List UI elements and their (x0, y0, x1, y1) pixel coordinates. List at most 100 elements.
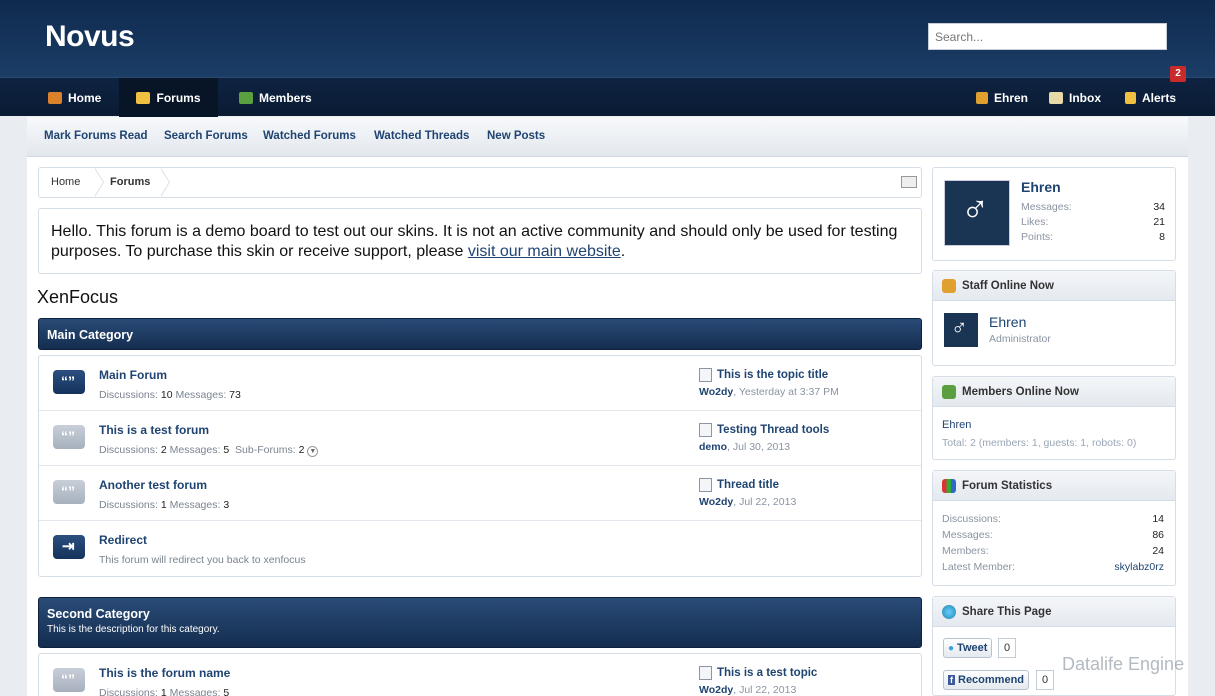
tab-forums[interactable]: Forums (119, 78, 218, 117)
last-post-meta: Wo2dy, Jul 22, 2013 (699, 684, 817, 696)
category-header[interactable]: Main Category (38, 318, 922, 350)
discussions-label: Discussions: (99, 687, 158, 696)
stat-value: 34 (1153, 201, 1165, 213)
notice-box: Hello. This forum is a demo board to tes… (38, 208, 922, 274)
last-post-title-link[interactable]: Thread title (699, 478, 796, 492)
forum-row: “” This is the forum name Discussions: 1… (39, 654, 921, 696)
alerts-label: Alerts (1142, 90, 1177, 105)
online-member[interactable]: Ehren (942, 419, 971, 431)
breadcrumb-forums[interactable]: Forums (110, 168, 150, 197)
forum-name[interactable]: This is the forum name (99, 666, 230, 680)
twitter-icon: ● (948, 642, 955, 654)
site-logo[interactable]: Novus (45, 20, 135, 54)
bell-icon (1125, 91, 1136, 104)
new-posts-link[interactable]: New Posts (487, 130, 545, 142)
alerts-link[interactable]: Alerts (1115, 78, 1186, 117)
messages-label: Messages: (169, 499, 221, 511)
forum-stats: Discussions: 1 Messages: 5 (99, 687, 229, 696)
last-post-user[interactable]: Wo2dy (699, 684, 733, 696)
discussions-count: 10 (160, 389, 173, 401)
staff-role: Administrator (989, 333, 1051, 345)
notice-end: . (620, 243, 626, 260)
last-post-user[interactable]: demo (699, 441, 727, 453)
tab-members[interactable]: Members (229, 78, 322, 117)
last-post-date: , Jul 22, 2013 (733, 684, 797, 696)
last-post-user[interactable]: Wo2dy (699, 496, 733, 508)
chevron-down-icon[interactable]: ▼ (307, 446, 319, 457)
forum-list: “” Main Forum Discussions: 10 Messages: … (38, 355, 922, 577)
forum-read-icon: “” (53, 480, 85, 504)
forum-new-icon: “” (53, 370, 85, 394)
tweet-button[interactable]: ● Tweet (943, 638, 993, 658)
messages-label: Messages: (169, 444, 221, 456)
recommend-button[interactable]: f Recommend (943, 670, 1030, 690)
stat-value: 14 (1152, 513, 1164, 525)
staff-online-header: Staff Online Now (933, 271, 1175, 301)
subforums-label: Sub-Forums: (235, 444, 296, 456)
share-page-block: Share This Page ● Tweet 0 f Recommend 0 (932, 596, 1176, 696)
forum-name[interactable]: Redirect (99, 533, 147, 547)
search-forums-link[interactable]: Search Forums (164, 130, 248, 142)
breadcrumb: Home Forums (38, 167, 922, 198)
main-website-link[interactable]: visit our main website (468, 243, 621, 260)
discussions-count: 1 (160, 687, 167, 696)
staff-icon (942, 278, 956, 293)
recommend-label: Recommend (958, 674, 1025, 686)
mark-forums-read-link[interactable]: Mark Forums Read (44, 130, 148, 142)
avatar[interactable]: ♂ (944, 180, 1010, 246)
watermark: Datalife Engine (1062, 654, 1185, 674)
watched-forums-link[interactable]: Watched Forums (263, 130, 356, 142)
table-view-icon[interactable] (901, 176, 917, 188)
avatar[interactable]: ♂ (944, 313, 978, 347)
search-input[interactable] (928, 23, 1167, 50)
category-description: This is the description for this categor… (47, 624, 220, 635)
stat-label: Discussions: (942, 513, 1001, 525)
last-post-title-link[interactable]: This is a test topic (699, 666, 817, 680)
tab-home[interactable]: Home (38, 78, 111, 117)
discussions-count: 1 (160, 499, 167, 511)
last-post-title-link[interactable]: This is the topic title (699, 368, 839, 382)
profile-name[interactable]: Ehren (1021, 179, 1061, 195)
stat-label: Points: (1021, 231, 1054, 243)
latest-member-link[interactable]: skylabz0rz (1114, 559, 1164, 575)
category-title: Main Category (47, 328, 134, 342)
chart-icon (942, 478, 956, 493)
last-post-title: This is a test topic (717, 667, 818, 679)
forum-statistics-title: Forum Statistics (962, 479, 1053, 492)
discussions-count: 2 (160, 444, 167, 456)
forum-name[interactable]: Another test forum (99, 478, 207, 492)
male-symbol-icon: ♂ (961, 189, 990, 231)
stat-label: Messages: (1021, 201, 1072, 213)
user-menu[interactable]: Ehren (966, 78, 1038, 117)
last-post-user[interactable]: Wo2dy (699, 386, 733, 398)
tweet-count: 0 (998, 638, 1017, 658)
share-page-title: Share This Page (962, 605, 1052, 618)
forum-read-icon: “” (53, 425, 85, 449)
user-icon (976, 91, 988, 104)
staff-online-title: Staff Online Now (962, 279, 1054, 292)
inbox-label: Inbox (1069, 90, 1101, 105)
last-post-title-link[interactable]: Testing Thread tools (699, 423, 829, 437)
breadcrumb-separator (160, 168, 171, 197)
forum-row: “” Another test forum Discussions: 1 Mes… (39, 466, 921, 521)
forum-row: “” This is a test forum Discussions: 2 M… (39, 411, 921, 466)
stat-label: Latest Member: (942, 561, 1015, 573)
discussions-label: Discussions: (99, 389, 158, 401)
document-icon (699, 423, 712, 437)
home-icon (48, 91, 62, 104)
forum-read-icon: “” (53, 668, 85, 692)
last-post-meta: Wo2dy, Yesterday at 3:37 PM (699, 386, 839, 398)
breadcrumb-home[interactable]: Home (51, 168, 80, 197)
user-label: Ehren (994, 90, 1029, 105)
forum-statistics-header: Forum Statistics (933, 471, 1175, 501)
members-icon (239, 91, 253, 104)
watched-threads-link[interactable]: Watched Threads (374, 130, 469, 142)
forum-name[interactable]: Main Forum (99, 368, 167, 382)
main-content: Home Forums Hello. This forum is a demo … (27, 157, 1188, 696)
forum-name[interactable]: This is a test forum (99, 423, 209, 437)
category-header[interactable]: Second Category This is the description … (38, 597, 922, 648)
stat-value: 24 (1152, 545, 1164, 557)
staff-name[interactable]: Ehren (989, 314, 1026, 330)
inbox-link[interactable]: Inbox (1039, 78, 1111, 117)
stat-label: Likes: (1021, 216, 1049, 228)
